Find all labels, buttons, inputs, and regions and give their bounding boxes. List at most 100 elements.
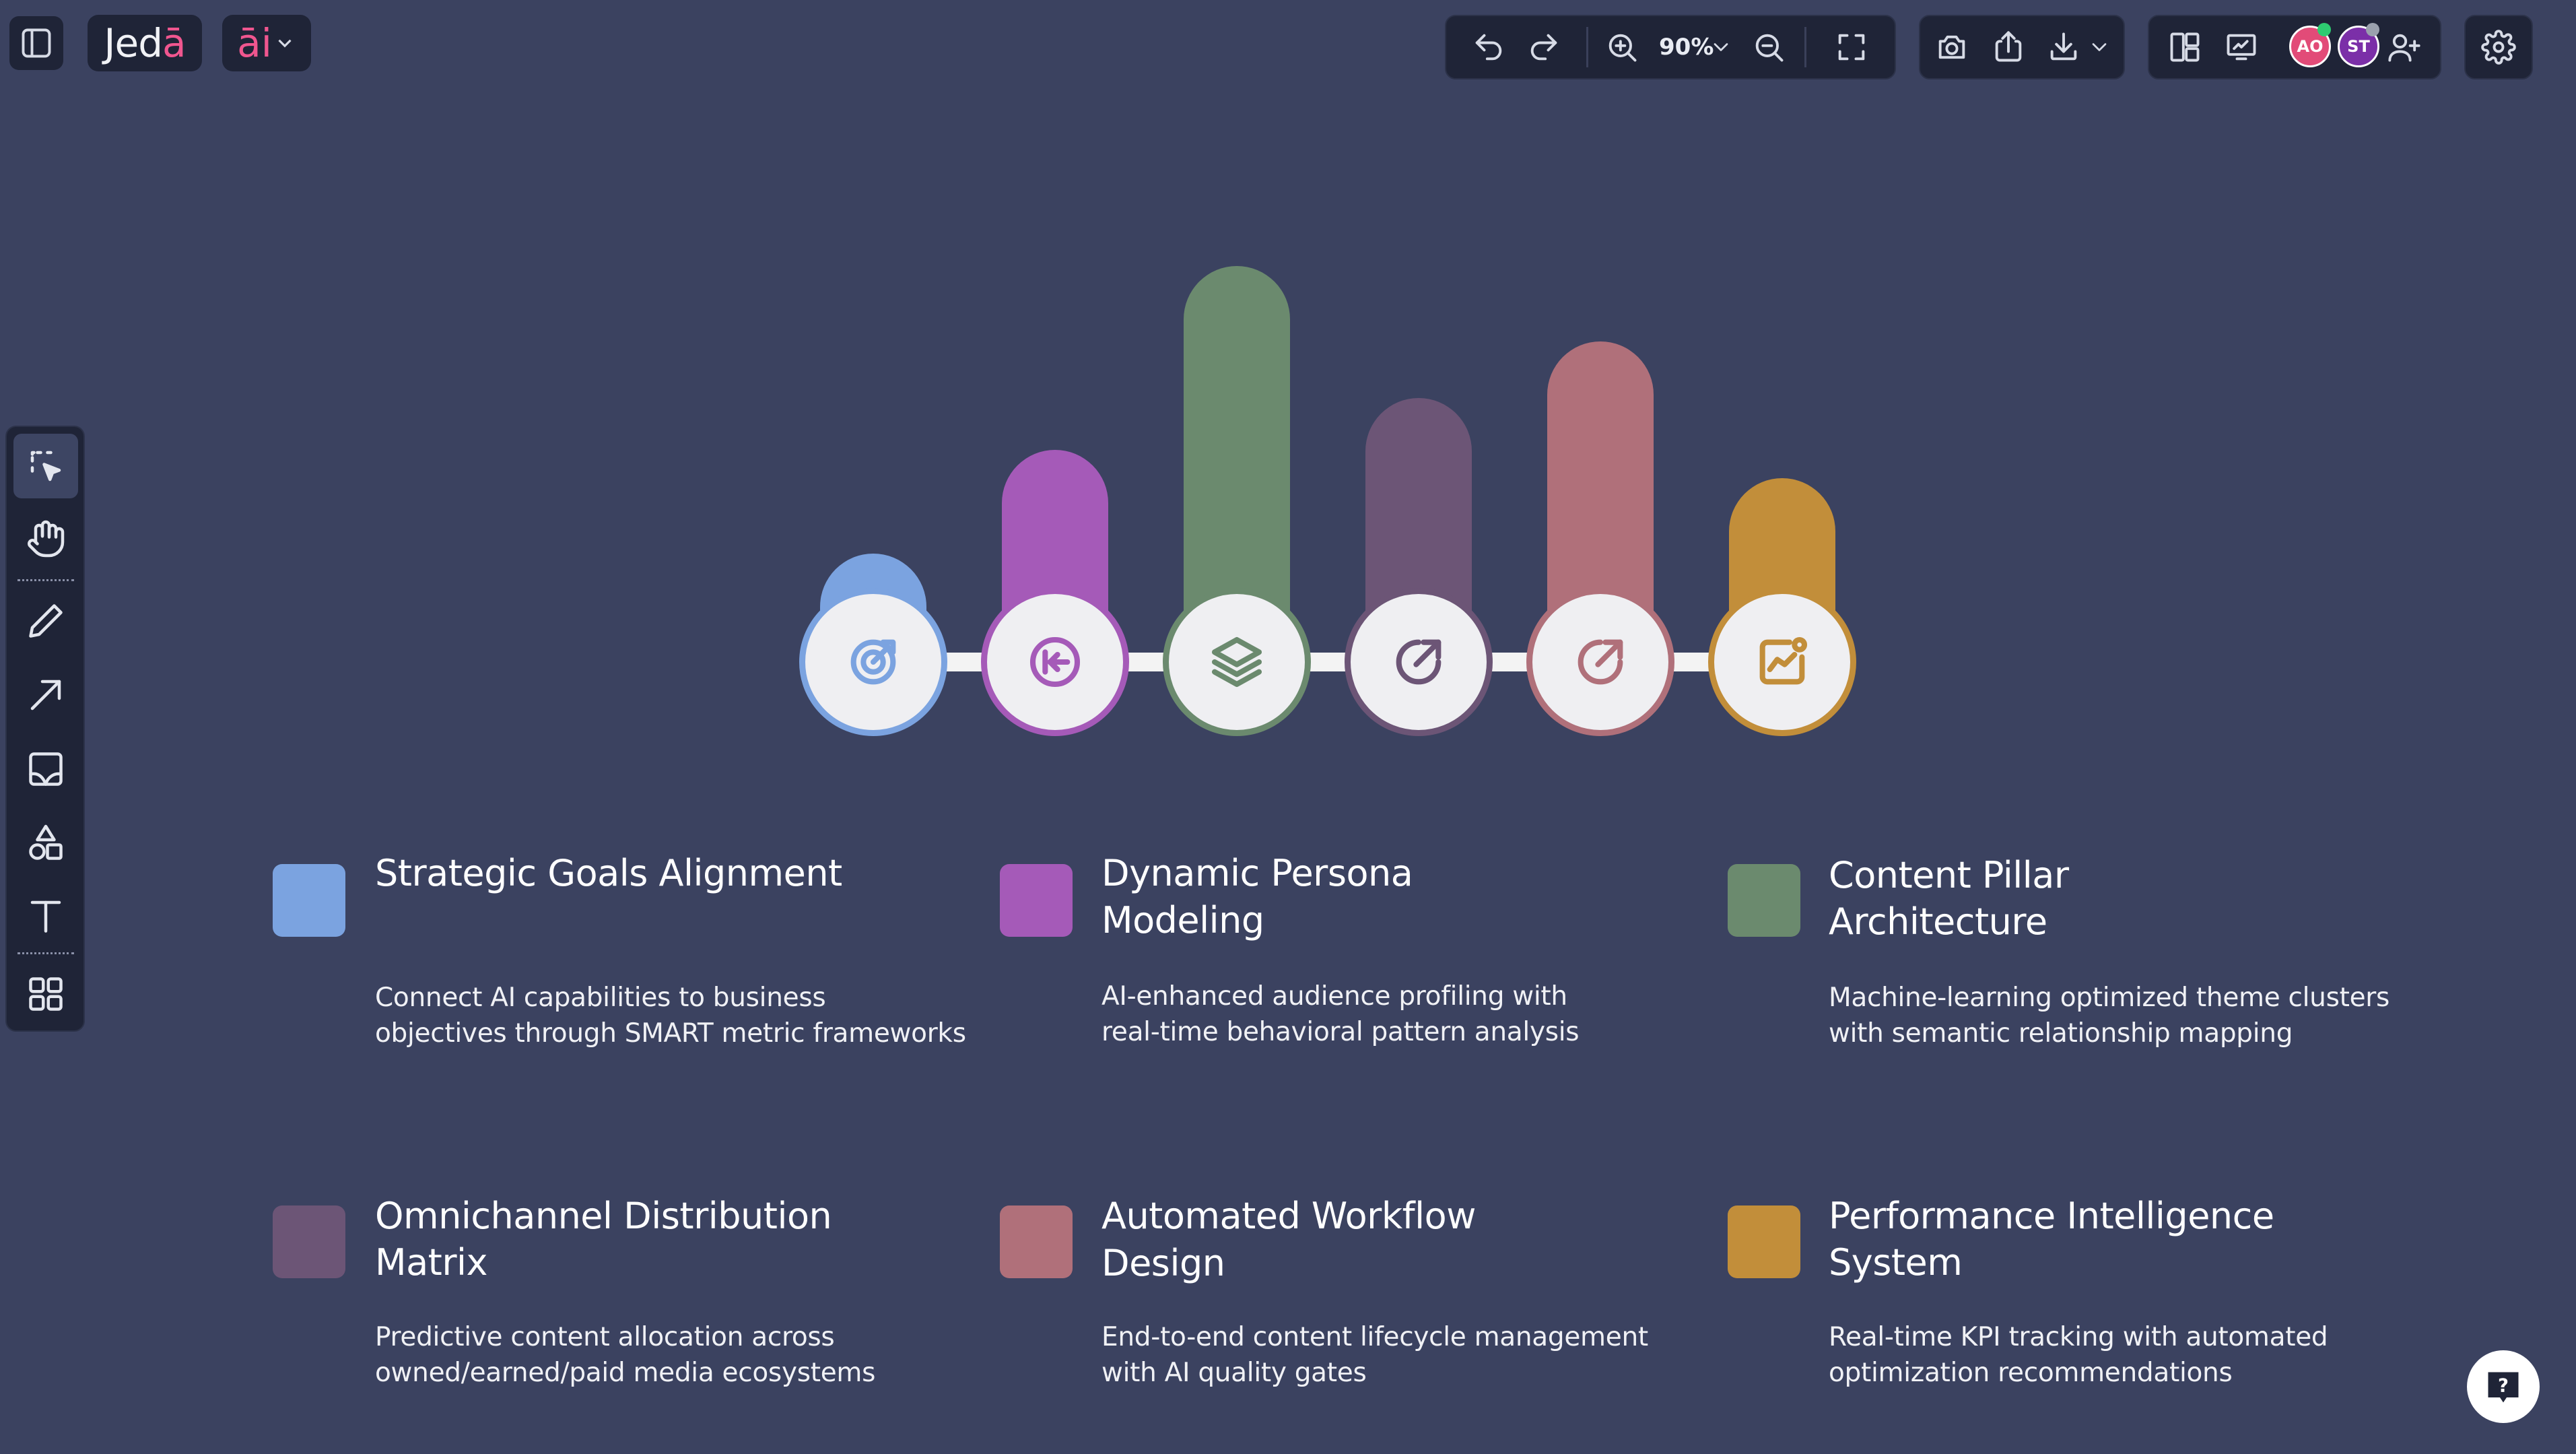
chart-node[interactable]	[981, 588, 1129, 736]
zoom-dropdown-button[interactable]	[1706, 31, 1736, 63]
arrow-up-right-icon	[1396, 639, 1442, 685]
card-description-line[interactable]: with semantic relationship mapping	[1829, 1016, 2435, 1051]
card-description-line[interactable]: AI-enhanced audience profiling with	[1101, 979, 1707, 1014]
logo-accent: ā	[162, 20, 187, 66]
zoom-out-button[interactable]	[1745, 26, 1792, 69]
zoom-in-button[interactable]	[1598, 26, 1646, 69]
fullscreen-icon	[1838, 34, 1865, 61]
share-button[interactable]	[1985, 26, 2032, 69]
layers-icon	[1211, 636, 1262, 688]
camera-icon	[1938, 35, 1965, 59]
hand-tool-button[interactable]	[13, 506, 78, 571]
chevron-down-icon	[2092, 43, 2107, 51]
components-tool-button[interactable]	[13, 962, 78, 1026]
undo-icon	[1475, 34, 1502, 61]
chart-node[interactable]	[1163, 588, 1311, 736]
card-description-line[interactable]: Machine-learning optimized theme cluster…	[1829, 980, 2435, 1016]
user-plus-icon	[2388, 34, 2420, 62]
toolbar-divider	[1586, 27, 1588, 67]
toolbar-divider	[18, 579, 74, 581]
card-title[interactable]: Performance Intelligence	[1829, 1193, 2313, 1240]
offline-status-dot	[2366, 23, 2379, 36]
card-description-line[interactable]: End-to-end content lifecycle management	[1101, 1319, 1707, 1355]
card-title[interactable]: Architecture	[1829, 898, 2313, 946]
help-icon: ?	[2479, 1363, 2528, 1412]
select-tool-button[interactable]	[13, 434, 78, 498]
arrow-tool-button[interactable]	[13, 663, 78, 727]
zoom-out-icon	[1755, 34, 1784, 62]
shapes-tool-button[interactable]	[13, 811, 78, 875]
share-upload-icon	[1995, 31, 2022, 62]
card-title[interactable]: Omnichannel Distribution	[375, 1193, 860, 1240]
ai-menu-button[interactable]: āi	[222, 15, 311, 71]
zoom-in-icon	[1608, 34, 1637, 62]
chart-node[interactable]	[799, 588, 947, 736]
card-title[interactable]: Matrix	[375, 1239, 860, 1286]
text-icon	[30, 900, 61, 933]
presentation-icon	[2227, 34, 2256, 61]
ai-label: āi	[237, 20, 272, 66]
card-description-line[interactable]: real-time behavioral pattern analysis	[1101, 1014, 1707, 1050]
settings-button[interactable]	[2475, 26, 2522, 69]
image-tool-button[interactable]	[13, 737, 78, 801]
snapshot-button[interactable]	[1928, 26, 1975, 69]
invite-user-button[interactable]	[2381, 26, 2428, 69]
card-description-line[interactable]: Connect AI capabilities to business	[375, 980, 981, 1016]
chevron-down-icon	[278, 39, 292, 48]
redo-button[interactable]	[1520, 26, 1567, 69]
arrow-up-right-icon	[1578, 639, 1623, 685]
card-title[interactable]: Dynamic Persona Modeling	[1101, 850, 1586, 944]
chart-node[interactable]	[1708, 588, 1856, 736]
card-title[interactable]: System	[1829, 1239, 2313, 1286]
target-icon	[850, 639, 896, 685]
left-toolbar	[5, 426, 85, 1032]
card-title[interactable]: Strategic Goals Alignment	[375, 850, 860, 897]
arrow-left-to-line-icon	[1029, 636, 1081, 688]
gear-icon	[2481, 30, 2516, 65]
download-icon	[2050, 32, 2077, 61]
legend-swatch	[1000, 1205, 1073, 1278]
legend-swatch	[1000, 864, 1073, 937]
text-tool-button[interactable]	[13, 884, 78, 948]
pencil-icon	[29, 604, 63, 638]
card-description-line[interactable]: owned/earned/paid media ecosystems	[375, 1355, 981, 1391]
card-description-line[interactable]: objectives through SMART metric framewor…	[375, 1016, 981, 1051]
chart-node[interactable]	[1345, 588, 1493, 736]
chart-node[interactable]	[1526, 588, 1674, 736]
shapes-icon	[29, 824, 63, 860]
fit-screen-button[interactable]	[1826, 26, 1877, 69]
select-cursor-icon	[30, 451, 61, 482]
app-logo[interactable]: Jed ā	[88, 15, 202, 71]
layout-button[interactable]	[2161, 26, 2208, 69]
chart-trend-icon	[1759, 636, 1808, 685]
card-description-line[interactable]: Real-time KPI tracking with automated	[1829, 1319, 2435, 1355]
legend-swatch	[273, 864, 345, 937]
present-button[interactable]	[2218, 26, 2265, 69]
chevron-down-icon	[1714, 43, 1728, 51]
sidebar-toggle-button[interactable]	[9, 16, 63, 70]
card-description-line[interactable]: Predictive content allocation across	[375, 1319, 981, 1355]
layout-icon	[2170, 32, 2200, 62]
card-description-line[interactable]: optimization recommendations	[1829, 1355, 2435, 1391]
card-description-line[interactable]: with AI quality gates	[1101, 1355, 1707, 1391]
sidebar-icon	[22, 28, 51, 58]
pencil-tool-button[interactable]	[13, 589, 78, 653]
hand-icon	[28, 520, 65, 558]
legend-swatch	[1728, 864, 1800, 937]
undo-button[interactable]	[1465, 26, 1512, 69]
legend-swatch	[273, 1205, 345, 1278]
legend-swatch	[1728, 1205, 1800, 1278]
download-button[interactable]	[2040, 26, 2087, 69]
image-icon	[29, 752, 63, 786]
help-label: ?	[2498, 1375, 2509, 1396]
redo-icon	[1530, 34, 1557, 61]
toolbar-divider	[18, 952, 74, 954]
online-status-dot	[2317, 23, 2331, 36]
toolbar-divider	[1804, 27, 1806, 67]
card-title[interactable]: Content Pillar	[1829, 852, 2313, 899]
download-dropdown-button[interactable]	[2084, 31, 2114, 63]
card-title[interactable]: Automated Workflow Design	[1101, 1193, 1586, 1287]
logo-text: Jed	[104, 20, 163, 66]
arrow-icon	[30, 680, 61, 711]
grid-icon	[29, 977, 63, 1011]
